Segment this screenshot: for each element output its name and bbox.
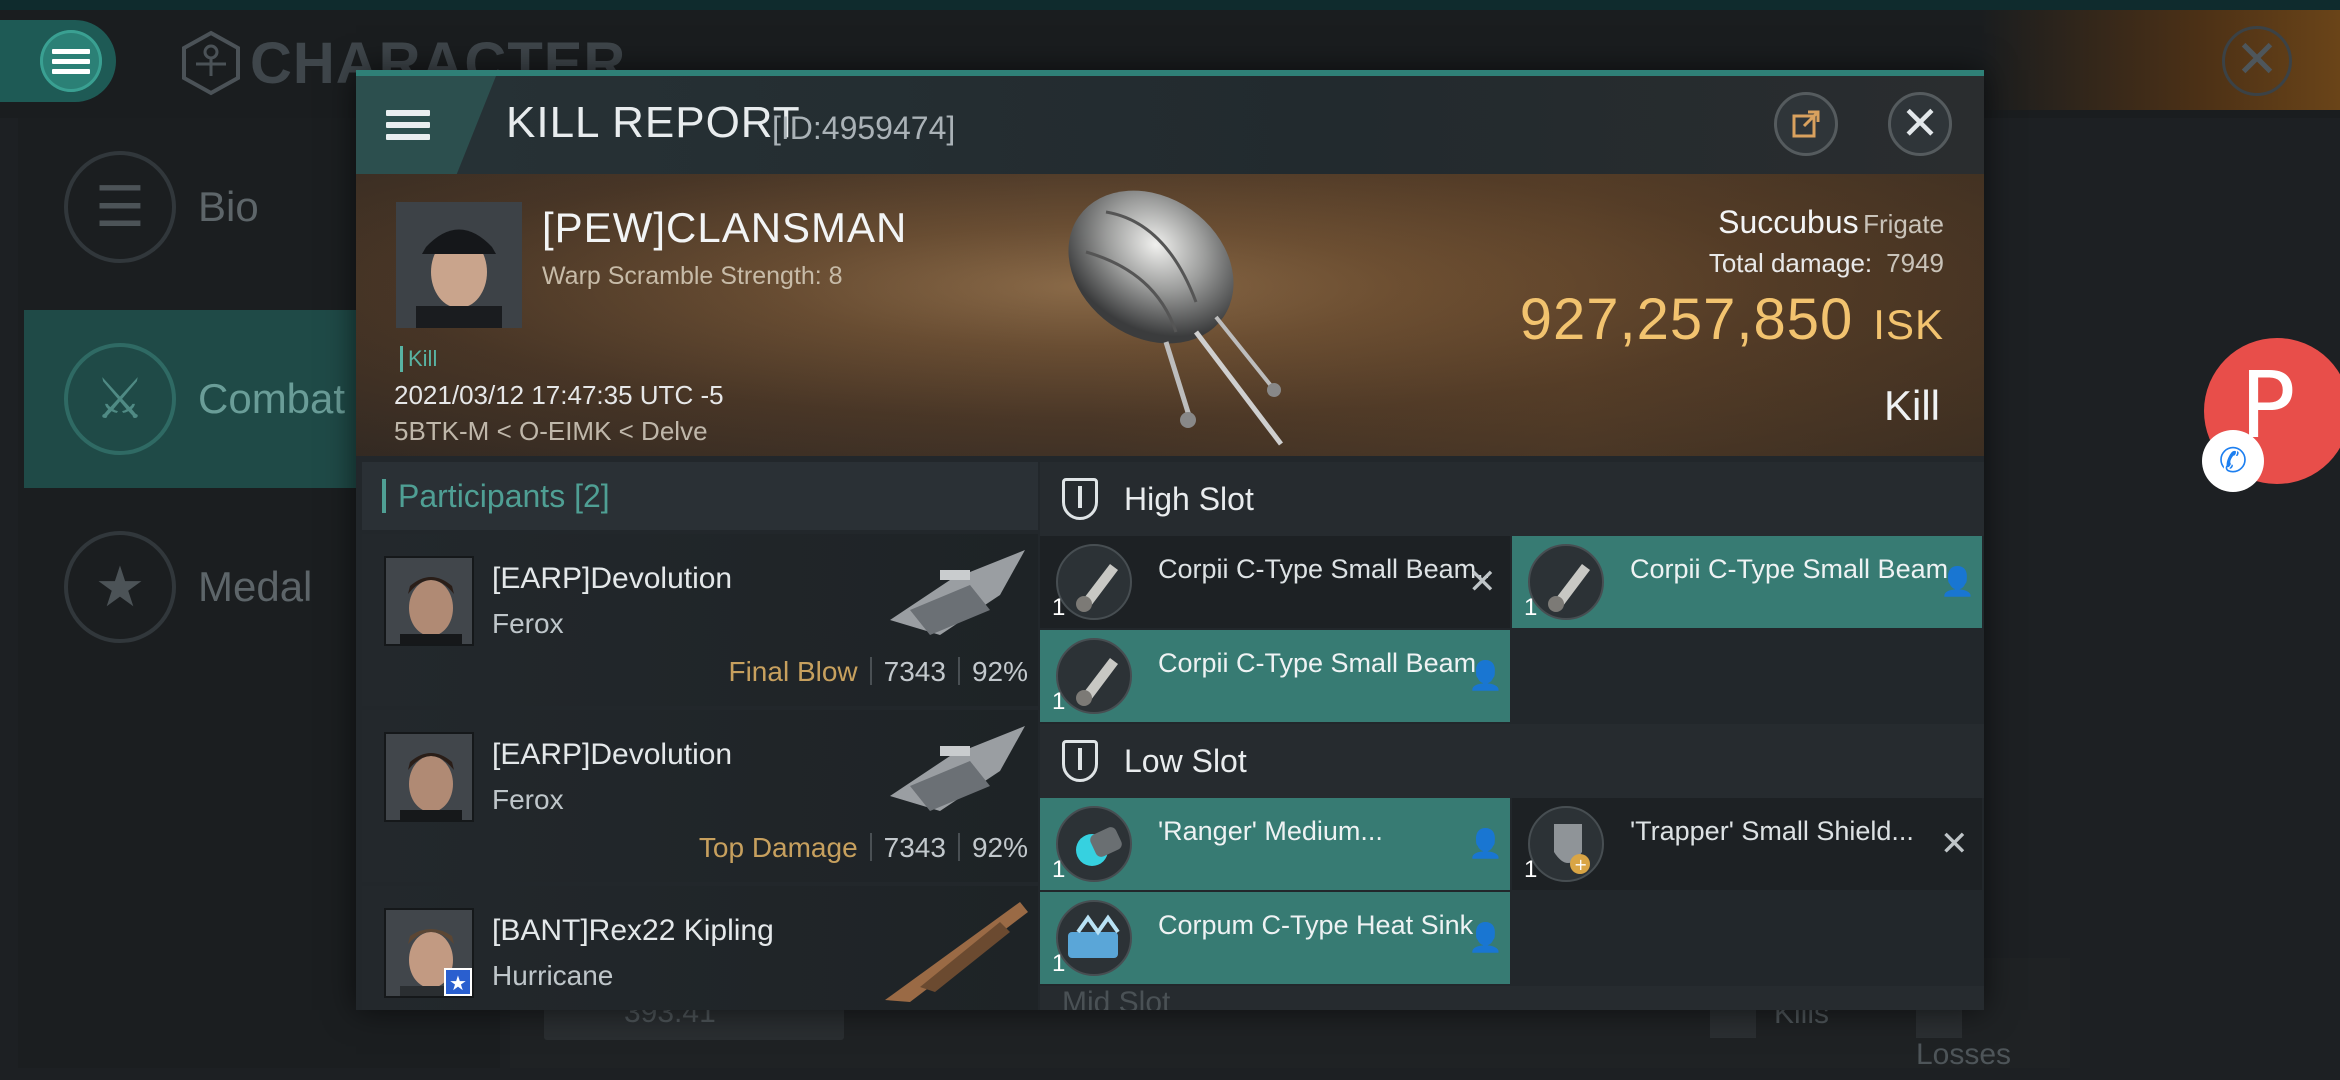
participant-name: [EARP]Devolution <box>492 562 733 595</box>
beam-laser-icon <box>1528 544 1604 620</box>
dropped-icon: 👤 <box>1468 922 1503 953</box>
total-damage: Total damage: 7949 <box>1708 248 1944 278</box>
avatar <box>384 556 474 646</box>
share-icon[interactable] <box>1774 92 1838 156</box>
module-name: Corpum C-Type Heat Sink <box>1158 910 1474 940</box>
svg-text:+: + <box>1574 855 1587 874</box>
star-icon: ★ <box>444 968 472 996</box>
shield-icon <box>1062 740 1098 782</box>
beam-laser-icon <box>1056 544 1132 620</box>
participant-stats: Top Damage 7343 92% <box>698 832 1028 863</box>
dropped-icon: 👤 <box>1468 660 1503 691</box>
module-slot[interactable]: 1 Corpii C-Type Small Beam... 👤 <box>1040 630 1510 722</box>
ranger-module-icon <box>1056 806 1132 882</box>
dropped-icon: 👤 <box>1940 566 1975 597</box>
fitting-panel: High Slot 1 Corpii C-Type Small Beam... … <box>1040 462 1984 1010</box>
floating-call-bubble[interactable]: P ✆ <box>2202 338 2340 492</box>
shield-icon <box>1062 478 1098 520</box>
report-id: [ID:4959474] <box>772 110 956 146</box>
phone-icon: ✆ <box>2202 430 2264 492</box>
status-strip <box>0 0 2340 10</box>
module-name: Corpii C-Type Small Beam... <box>1158 554 1488 584</box>
participant-row[interactable]: ★ [BANT]Rex22 Kipling Hurricane <box>362 886 1038 1010</box>
participant-ship: Hurricane <box>492 960 614 991</box>
modal-header: KILL REPORT [ID:4959474] ✕ <box>356 76 1984 174</box>
kill-tag: Kill <box>400 346 437 372</box>
ferox-ship-icon <box>890 550 1025 635</box>
menu-icon <box>386 104 430 146</box>
participants-header[interactable]: Participants [2] <box>362 462 1038 530</box>
empty-slot <box>1512 630 1982 722</box>
sidebar-item-label: Combat <box>198 375 346 422</box>
kill-timestamp: 2021/03/12 17:47:35 UTC -5 <box>394 380 724 410</box>
victim-detail: Warp Scramble Strength: 8 <box>542 262 843 290</box>
module-slot[interactable]: + 1 'Trapper' Small Shield... ✕ <box>1512 798 1982 890</box>
victim-portrait[interactable] <box>396 202 522 328</box>
heat-sink-icon <box>1056 900 1132 976</box>
sidebar-item-label: Bio <box>198 183 259 230</box>
low-slot-header: Low Slot <box>1040 724 1984 798</box>
shield-module-icon: + <box>1528 806 1604 882</box>
empty-slot <box>1512 892 1982 984</box>
crossed-swords-icon: ⚔ <box>64 343 176 455</box>
kill-location: 5BTK-M < O-EIMK < Delve <box>394 416 708 446</box>
menu-icon <box>40 30 102 92</box>
participant-ship: Ferox <box>492 784 564 815</box>
beam-laser-icon <box>1056 638 1132 714</box>
participant-row[interactable]: [EARP]Devolution Ferox Final Blow 7343 92% <box>362 534 1038 706</box>
module-name: Corpii C-Type Small Beam... <box>1630 554 1960 584</box>
star-icon: ★ <box>64 531 176 643</box>
character-icon <box>182 30 240 96</box>
modal-menu-button[interactable] <box>356 76 496 174</box>
module-slot[interactable]: 1 Corpum C-Type Heat Sink 👤 <box>1040 892 1510 984</box>
close-icon[interactable]: ✕ <box>1888 92 1952 156</box>
sidebar-item-label: Medal <box>198 563 313 610</box>
isk-value: 927,257,850 ISK <box>1519 287 1944 352</box>
main-menu-button[interactable] <box>0 20 116 102</box>
participant-name: [EARP]Devolution <box>492 738 733 771</box>
module-name: 'Ranger' Medium... <box>1158 816 1383 846</box>
victim-name: [PEW]CLANSMAN <box>542 204 908 251</box>
dropped-icon: 👤 <box>1468 828 1503 859</box>
module-slot[interactable]: 1 'Ranger' Medium... 👤 <box>1040 798 1510 890</box>
high-slot-header: High Slot <box>1040 462 1984 536</box>
ship-render <box>1068 190 1283 446</box>
module-name: Corpii C-Type Small Beam... <box>1158 648 1488 678</box>
outcome-label: Kill <box>1883 382 1940 429</box>
destroyed-icon: ✕ <box>1468 563 1497 601</box>
participant-ship: Ferox <box>492 608 564 639</box>
participant-row[interactable]: [EARP]Devolution Ferox Top Damage 7343 92% <box>362 710 1038 882</box>
participants-panel: Participants [2] [EARP]Devolution Ferox … <box>362 462 1038 1010</box>
hurricane-ship-icon <box>885 902 1028 1002</box>
ferox-ship-icon <box>890 726 1025 811</box>
participant-stats: Final Blow 7343 92% <box>728 656 1028 687</box>
close-icon[interactable]: ✕ <box>2222 26 2292 96</box>
participant-name: [BANT]Rex22 Kipling <box>492 914 774 947</box>
ship-name: Succubus Frigate <box>1718 204 1944 240</box>
destroyed-icon: ✕ <box>1940 825 1969 863</box>
module-name: 'Trapper' Small Shield... <box>1630 816 1914 846</box>
list-icon: ☰ <box>64 151 176 263</box>
kill-report-modal: KILL REPORT [ID:4959474] ✕ [PEW]CLANSMAN… <box>356 70 1984 1010</box>
modal-title: KILL REPORT <box>506 98 801 147</box>
module-slot[interactable]: 1 Corpii C-Type Small Beam... ✕ <box>1040 536 1510 628</box>
avatar <box>384 732 474 822</box>
module-slot[interactable]: 1 Corpii C-Type Small Beam... 👤 <box>1512 536 1982 628</box>
victim-banner: [PEW]CLANSMAN Warp Scramble Strength: 8 … <box>356 174 1984 456</box>
mid-slot-header: Mid Slot <box>1040 986 1984 1010</box>
